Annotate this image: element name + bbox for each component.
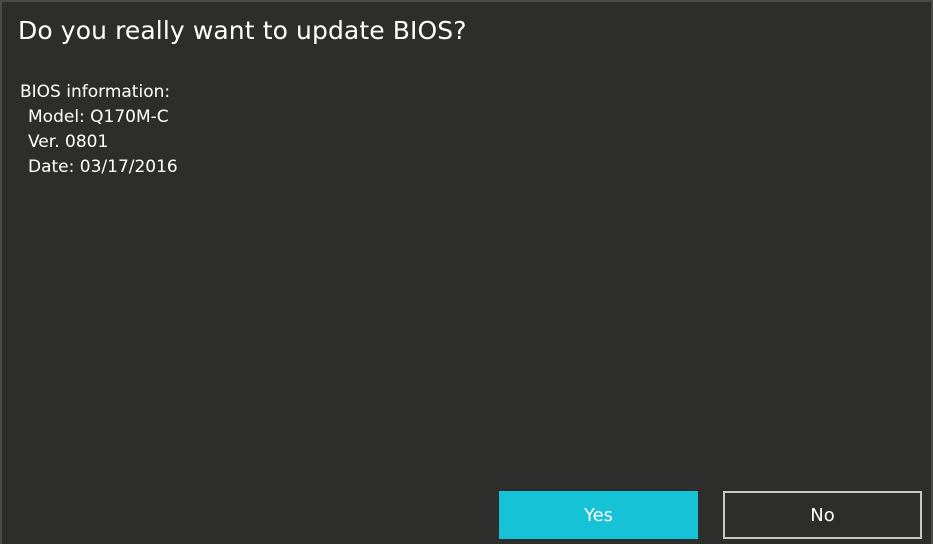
bios-model: Model: Q170M-C <box>28 107 169 127</box>
no-button-label: No <box>810 504 835 526</box>
no-button[interactable]: No <box>723 491 922 539</box>
bios-update-confirm-dialog: Do you really want to update BIOS? BIOS … <box>0 0 933 544</box>
bios-information: BIOS information: Model: Q170M-C Ver. 08… <box>20 80 178 180</box>
dialog-title: Do you really want to update BIOS? <box>18 16 467 45</box>
bios-date: Date: 03/17/2016 <box>28 157 178 177</box>
yes-button-label: Yes <box>583 504 614 526</box>
bios-version: Ver. 0801 <box>28 132 109 152</box>
bios-info-heading: BIOS information: <box>20 82 171 102</box>
yes-button[interactable]: Yes <box>499 491 698 539</box>
